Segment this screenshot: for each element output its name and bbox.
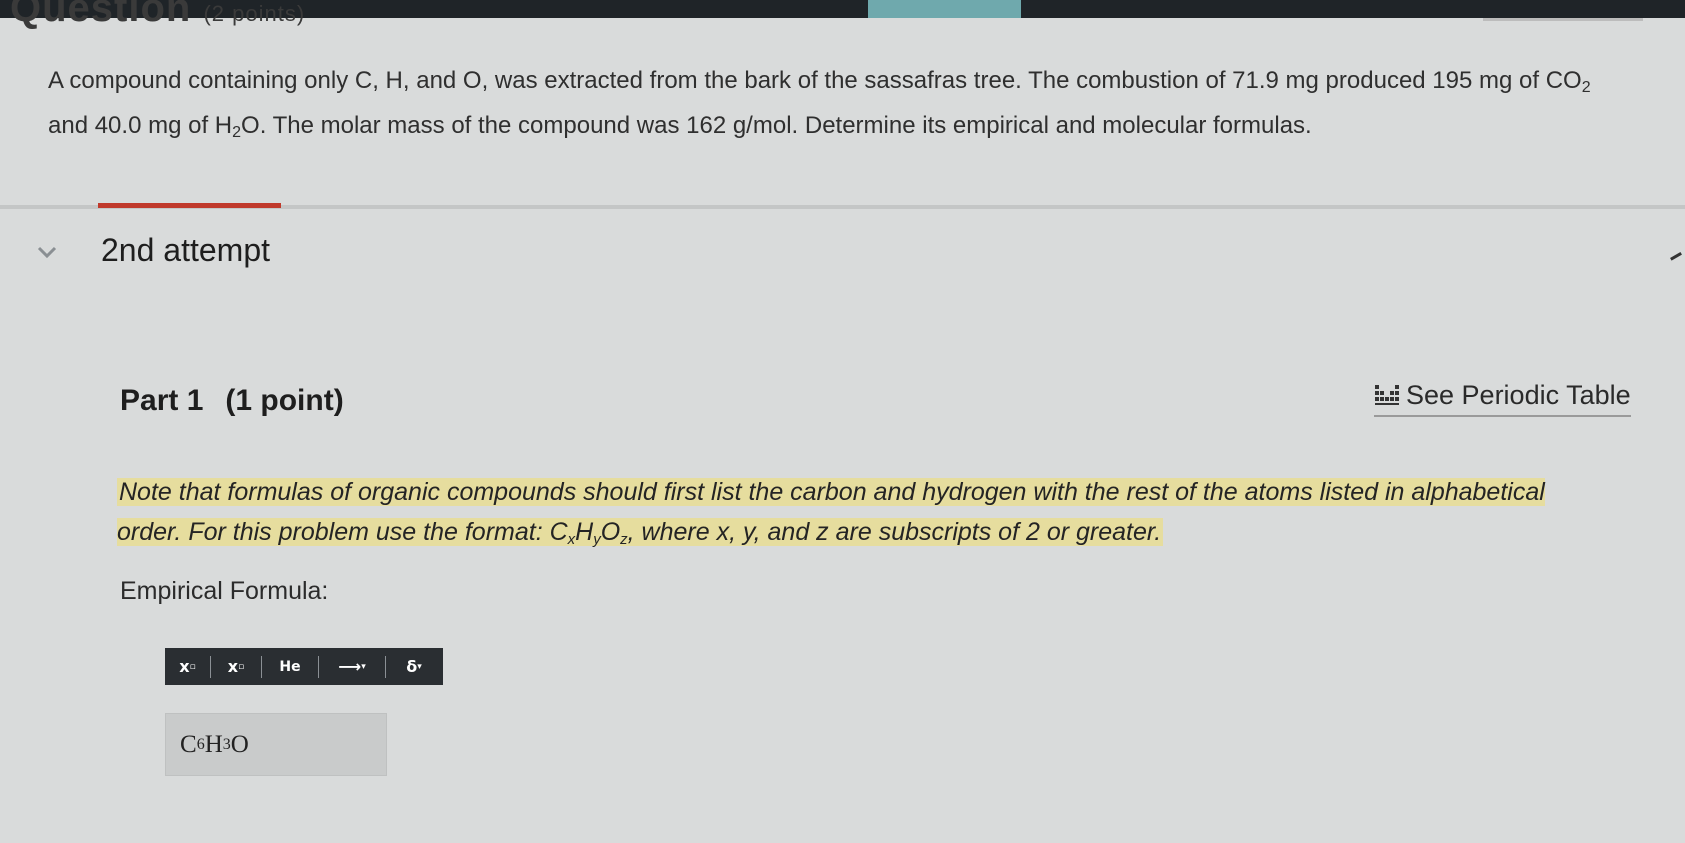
part-number: Part 1: [120, 384, 204, 417]
co2-subscript: 2: [1581, 79, 1591, 96]
part-points: (1 point): [225, 384, 344, 417]
top-bar-tab[interactable]: [868, 0, 1021, 18]
reaction-arrow-button[interactable]: ⟶ ▾: [319, 648, 385, 685]
note-o: O: [600, 518, 621, 546]
element-glyph: He: [279, 658, 301, 675]
element-button[interactable]: He: [262, 648, 318, 685]
arrow-glyph: ⟶: [338, 657, 362, 676]
h2o-subscript: 2: [232, 124, 242, 141]
question-points: (2 points): [203, 1, 306, 26]
answer-h: H: [204, 730, 223, 758]
header-underline: [1483, 18, 1643, 21]
question-text-2: and 40.0 mg of H: [48, 112, 233, 139]
subscript-button[interactable]: x ▫: [211, 648, 261, 685]
question-text-3: O. The molar mass of the compound was 16…: [241, 112, 1312, 139]
answer-c: C: [180, 730, 197, 758]
format-note: Note that formulas of organic compounds …: [117, 472, 1577, 552]
question-text-1: A compound containing only C, H, and O, …: [48, 67, 1582, 94]
note-sub-y: y: [593, 531, 601, 548]
formula-toolbar: x ▫ x ▫ He ⟶ ▾ δ ▾: [165, 648, 443, 685]
note-h: H: [575, 518, 594, 546]
question-text: A compound containing only C, H, and O, …: [48, 58, 1628, 148]
attempt-label[interactable]: 2nd attempt: [101, 232, 270, 269]
subscript-glyph: x: [227, 657, 239, 676]
delta-glyph: δ: [406, 657, 418, 676]
part-title: Part 1 (1 point): [120, 384, 344, 418]
question-title: Question: [10, 0, 192, 30]
periodic-table-label[interactable]: See Periodic Table: [1406, 380, 1631, 410]
note-sub-z: z: [620, 531, 628, 548]
question-header: Question (2 points): [10, 0, 305, 31]
edge-cursor-mark: [1670, 252, 1685, 271]
superscript-button[interactable]: x ▫: [165, 648, 210, 685]
note-text-2: , where x, y, and z are subscripts of 2 …: [627, 518, 1162, 546]
empirical-formula-input[interactable]: C6H3O: [165, 713, 387, 776]
periodic-table-icon: [1375, 385, 1399, 405]
answer-o: O: [230, 730, 249, 758]
empirical-formula-label: Empirical Formula:: [120, 577, 329, 605]
superscript-glyph: x: [179, 657, 190, 676]
periodic-table-link[interactable]: See Periodic Table: [1374, 380, 1631, 417]
note-highlight: Note that formulas of organic compounds …: [117, 478, 1545, 548]
delta-button[interactable]: δ ▾: [386, 648, 442, 685]
active-attempt-indicator: [98, 203, 281, 208]
chevron-down-icon[interactable]: [36, 244, 58, 260]
